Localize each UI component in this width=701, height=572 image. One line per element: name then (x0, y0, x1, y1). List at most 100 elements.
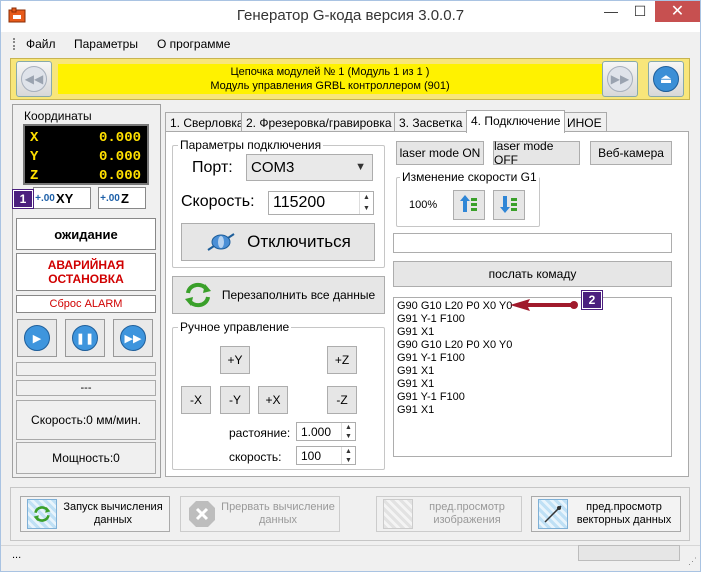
spin-arrows-icon[interactable]: ▲ ▼ (341, 447, 355, 464)
tab-exposure[interactable]: 3. Засветка (394, 112, 468, 132)
jog-minus-z-button[interactable]: -Z (327, 386, 357, 414)
stop-calculation-label: Прервать вычисление данных (221, 501, 335, 526)
chevron-down-icon: ▼ (355, 161, 366, 173)
refresh-icon (182, 280, 214, 310)
laser-mode-off-button[interactable]: laser mode OFF (493, 139, 580, 167)
preview-vector-label: пред.просмотр векторных данных (576, 501, 672, 526)
baud-rate-value: 115200 (273, 194, 326, 211)
tab-drilling[interactable]: 1. Сверловка (165, 112, 249, 132)
jog-minus-y-button[interactable]: -Y (220, 386, 250, 414)
axis-value: 0.000 (98, 130, 141, 146)
eject-icon: ⏏ (653, 66, 679, 92)
gcode-line: G91 Y-1 F100 (397, 313, 465, 325)
gcode-line: G91 X1 (397, 404, 435, 416)
arrow-down-icon (499, 194, 519, 217)
play-button[interactable]: ▶ (17, 319, 57, 357)
reset-alarm-button[interactable]: Сброс ALARM (16, 295, 156, 313)
zero-z-label: Z (121, 190, 129, 206)
stop-calculation-button[interactable]: Прервать вычисление данных (180, 496, 340, 532)
refill-data-button[interactable]: Перезаполнить все данные (172, 276, 385, 314)
menu-about[interactable]: О программе (157, 37, 230, 51)
tab-other[interactable]: ИНОЕ (562, 112, 607, 132)
command-input[interactable] (393, 233, 672, 253)
maximize-button[interactable]: ☐ (626, 0, 654, 22)
coordinates-label: Координаты (24, 109, 92, 123)
send-command-button[interactable]: послать комаду (393, 261, 672, 287)
gcode-log[interactable]: G90 G10 L20 P0 X0 Y0 G91 Y-1 F100 G91 X1… (393, 297, 672, 457)
tab-connection[interactable]: 4. Подключение (466, 110, 566, 133)
callout-arrow (510, 296, 580, 314)
jog-plus-y-button[interactable]: +Y (220, 346, 250, 374)
pause-icon: ❚❚ (72, 325, 98, 351)
resize-grip-icon[interactable]: ⋰ (688, 556, 697, 567)
zero-icon: +.00 (35, 192, 55, 204)
preview-image-button[interactable]: пред.просмотр изображения (376, 496, 522, 532)
step-forward-button[interactable]: ▶▶ (113, 319, 153, 357)
jog-speed-input[interactable]: 100 ▲ ▼ (296, 446, 356, 465)
spin-arrows-icon[interactable]: ▲ ▼ (359, 192, 373, 214)
start-calculation-button[interactable]: Запуск вычисления данных (20, 496, 170, 532)
laser-mode-on-button[interactable]: laser mode ON (396, 141, 484, 165)
baud-rate-input[interactable]: 115200 ▲ ▼ (268, 191, 374, 215)
speed-up-button[interactable] (453, 190, 485, 220)
distance-value: 1.000 (301, 425, 332, 439)
preview-image-label: пред.просмотр изображения (429, 501, 505, 526)
speed-label: Скорость: (181, 193, 255, 210)
disconnect-button[interactable]: Отключиться (181, 223, 375, 261)
distance-input[interactable]: 1.000 ▲ ▼ (296, 422, 356, 441)
jog-speed-label: скорость: (229, 450, 282, 464)
distance-label: растояние: (229, 426, 291, 440)
jog-speed-value: 100 (301, 449, 322, 463)
speed-display: Скорость:0 мм/мин. (16, 400, 156, 440)
close-button[interactable]: ✕ (655, 0, 700, 22)
axis-value: 0.000 (98, 168, 141, 184)
speed-down-button[interactable] (493, 190, 525, 220)
status-progress-bar (578, 545, 680, 561)
axis-label: X (30, 130, 39, 146)
status-text: ... (12, 549, 22, 561)
g1-speed-title: Изменение скорости G1 (400, 170, 539, 184)
eject-module-button[interactable]: ⏏ (648, 61, 684, 97)
menu-parameters[interactable]: Параметры (74, 37, 138, 51)
jog-plus-z-button[interactable]: +Z (327, 346, 357, 374)
coord-row-x: X 0.000 (25, 128, 147, 147)
port-select[interactable]: COM3 ▼ (246, 154, 373, 181)
coord-row-z: Z 0.000 (25, 166, 147, 185)
jog-minus-x-button[interactable]: -X (181, 386, 211, 414)
callout-badge-1: 1 (12, 189, 34, 209)
module-name-line: Модуль управления GRBL контроллером (901… (210, 80, 450, 92)
play-icon: ▶ (24, 325, 50, 351)
progress-field (16, 362, 156, 376)
fast-forward-icon: ▶▶ (120, 325, 146, 351)
zero-z-button[interactable]: +.00 Z (98, 187, 146, 209)
module-chain-line: Цепочка модулей № 1 (Модуль 1 из 1 ) (230, 66, 430, 78)
module-chain-text: Цепочка модулей № 1 (Модуль 1 из 1 ) Мод… (58, 64, 602, 94)
next-module-button[interactable]: ▶▶ (602, 61, 638, 97)
menu-file[interactable]: Файл (26, 37, 56, 51)
disconnect-label: Отключиться (247, 232, 351, 251)
preview-vector-button[interactable]: пред.просмотр векторных данных (531, 496, 681, 532)
plug-icon (205, 229, 237, 255)
zero-xy-button[interactable]: +.00 XY (33, 187, 91, 209)
gcode-line: G91 Y-1 F100 (397, 391, 465, 403)
tab-milling[interactable]: 2. Фрезеровка/гравировка (241, 112, 397, 132)
pause-button[interactable]: ❚❚ (65, 319, 105, 357)
vector-preview-icon (538, 499, 568, 529)
webcam-button[interactable]: Веб-камера (590, 141, 672, 165)
start-calculation-label: Запуск вычисления данных (63, 501, 163, 526)
fast-forward-icon: ▶▶ (607, 66, 633, 92)
axis-label: Y (30, 149, 39, 165)
refresh-icon (27, 499, 57, 529)
gcode-line: G91 X1 (397, 326, 435, 338)
prev-module-button[interactable]: ◀◀ (16, 61, 52, 97)
rewind-icon: ◀◀ (21, 66, 47, 92)
callout-badge-2: 2 (581, 290, 603, 310)
info-field: --- (16, 380, 156, 396)
gcode-line: G91 Y-1 F100 (397, 352, 465, 364)
coord-row-y: Y 0.000 (25, 147, 147, 166)
spin-arrows-icon[interactable]: ▲ ▼ (341, 423, 355, 440)
minimize-button[interactable]: — (597, 0, 625, 22)
jog-plus-x-button[interactable]: +X (258, 386, 288, 414)
emergency-stop-button[interactable]: АВАРИЙНАЯ ОСТАНОВКА (16, 253, 156, 291)
axis-value: 0.000 (98, 149, 141, 165)
